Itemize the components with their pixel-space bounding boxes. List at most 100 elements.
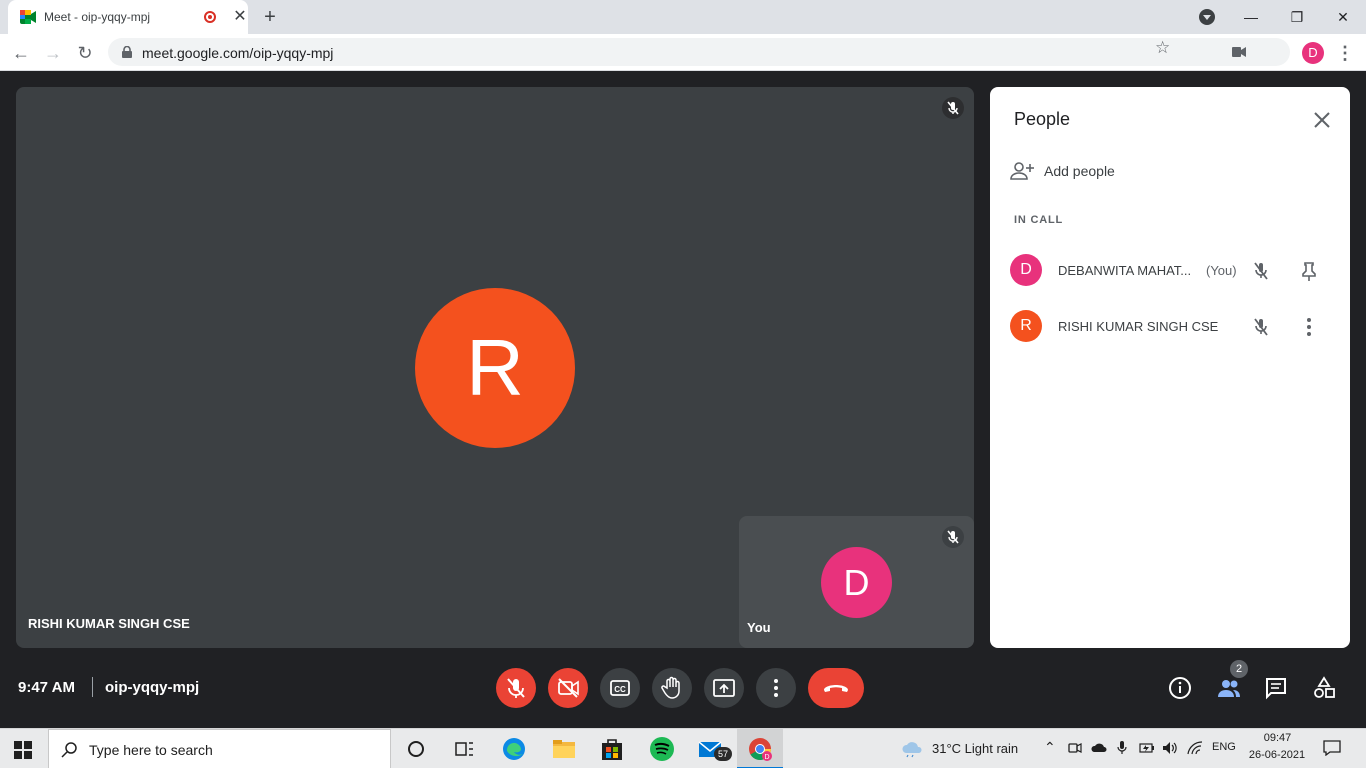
reload-button[interactable]: ↻ [72,40,98,66]
people-panel: People Add people IN CALL D DEBANWITA MA… [990,87,1350,648]
people-icon[interactable] [1215,674,1243,702]
onedrive-cloud-icon[interactable] [1091,742,1107,754]
camera-in-use-icon[interactable] [1232,47,1246,57]
restore-button[interactable]: ❐ [1274,2,1320,32]
participant-you-label: (You) [1206,263,1237,278]
bottom-bar-divider [92,677,93,697]
end-call-icon [824,685,848,692]
volume-icon[interactable] [1162,741,1178,755]
battery-charging-icon[interactable] [1139,742,1155,754]
panel-title: People [1014,109,1071,129]
lock-icon[interactable] [122,46,132,58]
captions-icon: CC [610,680,630,696]
weather-cloud-rain-icon[interactable] [900,740,924,758]
mic-off-icon [942,526,964,548]
window-close-button[interactable]: ✕ [1320,2,1366,32]
search-icon [61,742,77,758]
more-options-icon [774,679,778,697]
participant-avatar: R [1010,310,1042,342]
browser-toolbar: ← → ↻ meet.google.com/oip-yqqy-mpj ☆ D ⋮ [0,34,1366,71]
participant-row[interactable]: R RISHI KUMAR SINGH CSE [990,304,1350,348]
toggle-microphone-button[interactable] [496,668,536,708]
edge-browser-icon[interactable] [501,736,527,762]
main-participant-avatar: R [415,288,575,448]
windows-start-icon[interactable] [14,741,32,759]
tab-close-button[interactable]: ✕ [230,7,250,27]
meet-now-icon[interactable] [1068,741,1082,755]
browser-menu-button[interactable]: ⋮ [1336,42,1354,64]
taskbar-search-box[interactable]: Type here to search [48,729,391,768]
wifi-icon[interactable] [1187,741,1203,755]
pin-icon[interactable] [1298,260,1320,282]
tab-search-icon[interactable] [1199,9,1215,25]
participant-avatar: D [1010,254,1042,286]
profile-avatar[interactable]: D [1302,42,1324,64]
add-people-button[interactable]: Add people [1010,159,1210,183]
spotify-icon[interactable] [649,736,675,762]
participant-name: DEBANWITA MAHAT... [1058,263,1192,278]
present-now-button[interactable] [704,668,744,708]
present-screen-icon [713,679,735,697]
back-button[interactable]: ← [8,40,34,66]
input-language[interactable]: ENG [1212,741,1236,753]
self-view-label: You [747,620,771,635]
search-placeholder: Type here to search [89,742,213,758]
google-meet-favicon-icon [20,10,36,24]
activities-icon[interactable] [1310,674,1338,702]
show-hidden-icons-chevron-icon[interactable]: ⌃ [1044,739,1056,756]
camera-off-icon [558,678,579,698]
new-tab-button[interactable]: + [258,5,282,29]
raise-hand-icon [661,676,680,699]
participant-row[interactable]: D DEBANWITA MAHAT... (You) [990,248,1350,292]
meeting-clock: 9:47 AM [18,679,75,696]
forward-button[interactable]: → [40,40,66,66]
windows-taskbar: Type here to search 57 D 31°C Light rain… [0,728,1366,768]
taskbar-clock-date[interactable]: 26-06-2021 [1246,749,1308,761]
in-call-section-label: IN CALL [1014,214,1063,226]
more-options-icon[interactable] [1298,316,1320,338]
add-people-label: Add people [1044,163,1115,179]
minimize-button[interactable]: — [1228,2,1274,32]
mic-off-icon[interactable] [1250,316,1272,338]
bookmark-star-icon[interactable]: ☆ [1155,38,1170,58]
svg-text:CC: CC [614,685,626,694]
meeting-details-icon[interactable] [1166,674,1194,702]
taskbar-clock-time[interactable]: 09:47 [1250,732,1305,744]
more-options-button[interactable] [756,668,796,708]
main-participant-tile[interactable]: R RISHI KUMAR SINGH CSE D You [16,87,974,648]
chat-icon[interactable] [1262,674,1290,702]
toggle-camera-button[interactable] [548,668,588,708]
participant-count-badge: 2 [1230,660,1248,678]
raise-hand-button[interactable] [652,668,692,708]
task-view-icon[interactable] [451,736,477,762]
chrome-icon: D [749,738,772,761]
meet-stage: R RISHI KUMAR SINGH CSE D You People Add… [0,71,1366,728]
svg-text:D: D [764,754,769,761]
recording-indicator-icon [204,11,216,23]
meeting-code: oip-yqqy-mpj [105,679,200,696]
cortana-icon[interactable] [403,736,429,762]
leave-call-button[interactable] [808,668,864,708]
mic-off-icon[interactable] [1250,260,1272,282]
self-view-tile[interactable]: D You [739,516,974,648]
participant-name: RISHI KUMAR SINGH CSE [1058,319,1219,334]
mic-off-icon [942,97,964,119]
file-explorer-icon[interactable] [551,736,577,762]
close-icon[interactable] [1310,108,1334,132]
chrome-taskbar-button[interactable]: D [737,729,783,768]
self-avatar: D [821,547,892,618]
browser-tab-meet[interactable]: Meet - oip-yqqy-mpj ✕ [8,0,248,34]
add-person-icon [1010,162,1034,180]
captions-button[interactable]: CC [600,668,640,708]
browser-tab-strip: Meet - oip-yqqy-mpj ✕ + — ❐ ✕ [0,0,1366,34]
notifications-icon[interactable] [1323,740,1341,756]
mic-off-icon [507,678,525,698]
url-text[interactable]: meet.google.com/oip-yqqy-mpj [142,45,333,61]
mail-count-badge: 57 [714,747,732,761]
address-bar[interactable]: meet.google.com/oip-yqqy-mpj [108,38,1290,66]
main-participant-name: RISHI KUMAR SINGH CSE [28,616,190,631]
microphone-in-use-icon[interactable] [1116,740,1128,756]
microsoft-store-icon[interactable] [599,736,625,762]
weather-text[interactable]: 31°C Light rain [932,741,1018,756]
tab-title: Meet - oip-yqqy-mpj [44,10,151,24]
